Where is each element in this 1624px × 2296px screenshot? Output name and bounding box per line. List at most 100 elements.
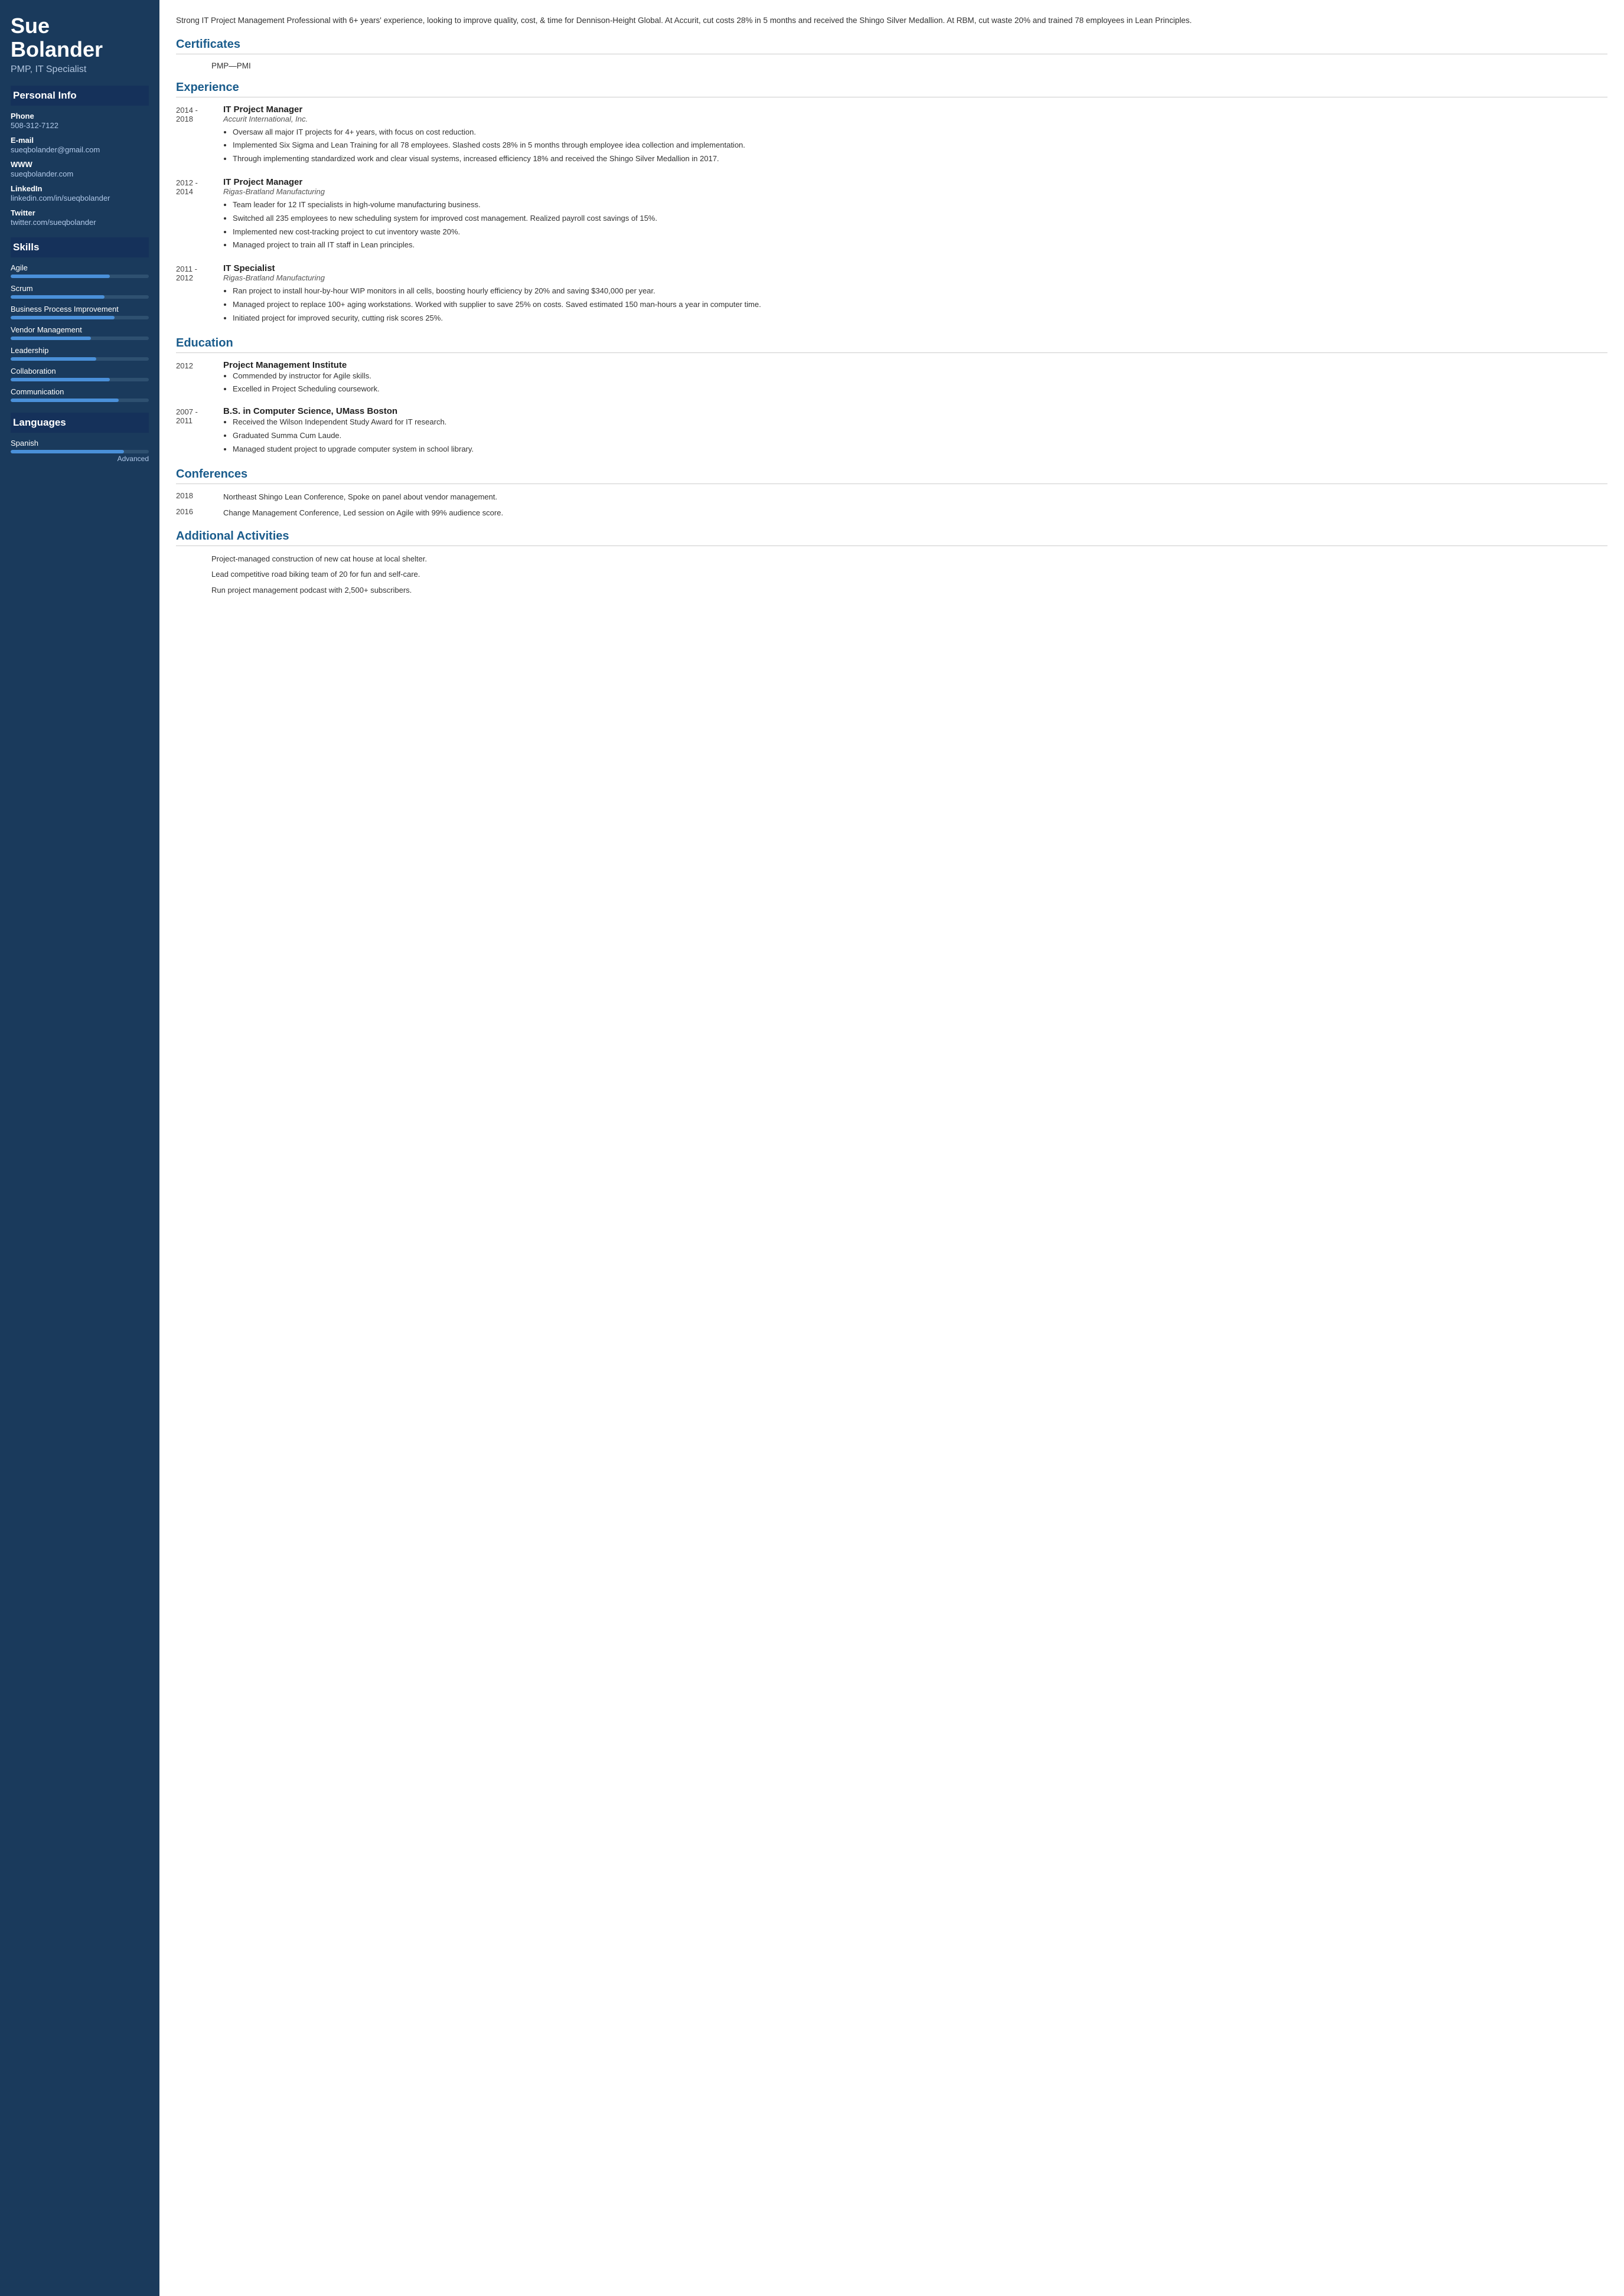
email-value: sueqbolander@gmail.com bbox=[11, 145, 149, 154]
linkedin-value: linkedin.com/in/sueqbolander bbox=[11, 194, 149, 203]
skills-heading: Skills bbox=[11, 237, 149, 257]
skill-bar-bg bbox=[11, 295, 149, 299]
education-heading: Education bbox=[176, 337, 1607, 353]
edu-date: 2012 bbox=[176, 360, 223, 397]
exp-bullet: Oversaw all major IT projects for 4+ yea… bbox=[233, 126, 1607, 139]
exp-job-title: IT Project Manager bbox=[223, 104, 1607, 115]
skill-item: Agile bbox=[11, 263, 149, 278]
language-item: Spanish Advanced bbox=[11, 439, 149, 463]
edu-bullet: Received the Wilson Independent Study Aw… bbox=[233, 416, 1607, 429]
experience-item: 2014 -2018 IT Project Manager Accurit In… bbox=[176, 104, 1607, 166]
skill-bar-bg bbox=[11, 357, 149, 361]
languages-heading: Languages bbox=[11, 413, 149, 433]
exp-content: IT Project Manager Rigas-Bratland Manufa… bbox=[223, 177, 1607, 253]
exp-date: 2012 -2014 bbox=[176, 177, 223, 253]
cert-item: PMP—PMI bbox=[176, 61, 1607, 70]
conf-text: Northeast Shingo Lean Conference, Spoke … bbox=[223, 491, 1607, 503]
skill-bar-fill bbox=[11, 295, 105, 299]
exp-bullets: Ran project to install hour-by-hour WIP … bbox=[223, 285, 1607, 324]
activity-item: Lead competitive road biking team of 20 … bbox=[176, 569, 1607, 581]
linkedin-label: LinkedIn bbox=[11, 184, 149, 193]
experience-list: 2014 -2018 IT Project Manager Accurit In… bbox=[176, 104, 1607, 326]
exp-bullet: Implemented Six Sigma and Lean Training … bbox=[233, 139, 1607, 152]
language-bar-fill bbox=[11, 450, 124, 453]
exp-bullet: Managed project to replace 100+ aging wo… bbox=[233, 299, 1607, 311]
activity-item: Project-managed construction of new cat … bbox=[176, 553, 1607, 566]
edu-bullets: Received the Wilson Independent Study Aw… bbox=[223, 416, 1607, 455]
twitter-value: twitter.com/sueqbolander bbox=[11, 218, 149, 227]
exp-bullet: Managed project to train all IT staff in… bbox=[233, 239, 1607, 252]
edu-content: Project Management Institute Commended b… bbox=[223, 360, 1607, 397]
conferences-heading: Conferences bbox=[176, 468, 1607, 484]
conferences-list: 2018 Northeast Shingo Lean Conference, S… bbox=[176, 491, 1607, 519]
certificates-heading: Certificates bbox=[176, 38, 1607, 54]
edu-bullets: Commended by instructor for Agile skills… bbox=[223, 370, 1607, 396]
exp-bullet: Ran project to install hour-by-hour WIP … bbox=[233, 285, 1607, 298]
skill-name: Collaboration bbox=[11, 367, 149, 375]
skill-name: Agile bbox=[11, 263, 149, 272]
edu-school: Project Management Institute bbox=[223, 360, 1607, 370]
skill-item: Collaboration bbox=[11, 367, 149, 381]
skill-item: Business Process Improvement bbox=[11, 305, 149, 319]
summary: Strong IT Project Management Professiona… bbox=[176, 14, 1607, 27]
exp-company: Rigas-Bratland Manufacturing bbox=[223, 187, 1607, 196]
experience-heading: Experience bbox=[176, 81, 1607, 97]
activities-list: Project-managed construction of new cat … bbox=[176, 553, 1607, 597]
edu-content: B.S. in Computer Science, UMass Boston R… bbox=[223, 406, 1607, 456]
edu-bullet: Graduated Summa Cum Laude. bbox=[233, 430, 1607, 442]
exp-date: 2014 -2018 bbox=[176, 104, 223, 166]
skill-item: Leadership bbox=[11, 346, 149, 361]
experience-item: 2012 -2014 IT Project Manager Rigas-Brat… bbox=[176, 177, 1607, 253]
skill-bar-fill bbox=[11, 316, 115, 319]
personal-info-heading: Personal Info bbox=[11, 86, 149, 106]
conf-date: 2018 bbox=[176, 491, 223, 503]
skill-bar-fill bbox=[11, 399, 119, 402]
skill-bar-bg bbox=[11, 337, 149, 340]
name-block: Sue Bolander PMP, IT Specialist bbox=[11, 14, 149, 75]
skill-name: Communication bbox=[11, 387, 149, 396]
edu-bullet: Excelled in Project Scheduling coursewor… bbox=[233, 383, 1607, 396]
exp-bullet: Implemented new cost-tracking project to… bbox=[233, 226, 1607, 239]
skill-bar-fill bbox=[11, 378, 110, 381]
exp-job-title: IT Specialist bbox=[223, 263, 1607, 273]
skill-bar-fill bbox=[11, 275, 110, 278]
phone-label: Phone bbox=[11, 112, 149, 120]
job-title: PMP, IT Specialist bbox=[11, 64, 149, 75]
exp-bullet: Switched all 235 employees to new schedu… bbox=[233, 213, 1607, 225]
skill-bar-bg bbox=[11, 378, 149, 381]
skill-name: Scrum bbox=[11, 284, 149, 293]
skill-bar-bg bbox=[11, 275, 149, 278]
twitter-label: Twitter bbox=[11, 208, 149, 217]
skill-name: Vendor Management bbox=[11, 325, 149, 334]
exp-content: IT Specialist Rigas-Bratland Manufacturi… bbox=[223, 263, 1607, 325]
main-content: Strong IT Project Management Professiona… bbox=[159, 0, 1624, 2296]
experience-item: 2011 -2012 IT Specialist Rigas-Bratland … bbox=[176, 263, 1607, 325]
exp-bullet: Through implementing standardized work a… bbox=[233, 153, 1607, 165]
conference-item: 2018 Northeast Shingo Lean Conference, S… bbox=[176, 491, 1607, 503]
skill-item: Vendor Management bbox=[11, 325, 149, 340]
exp-company: Accurit International, Inc. bbox=[223, 115, 1607, 123]
edu-bullet: Managed student project to upgrade compu… bbox=[233, 443, 1607, 456]
skill-bar-fill bbox=[11, 337, 91, 340]
language-name: Spanish bbox=[11, 439, 149, 448]
education-list: 2012 Project Management Institute Commen… bbox=[176, 360, 1607, 457]
edu-school: B.S. in Computer Science, UMass Boston bbox=[223, 406, 1607, 416]
education-item: 2007 -2011 B.S. in Computer Science, UMa… bbox=[176, 406, 1607, 456]
full-name: Sue Bolander bbox=[11, 14, 149, 61]
activity-item: Run project management podcast with 2,50… bbox=[176, 584, 1607, 597]
languages-list: Spanish Advanced bbox=[11, 439, 149, 463]
sidebar: Sue Bolander PMP, IT Specialist Personal… bbox=[0, 0, 159, 2296]
skill-name: Business Process Improvement bbox=[11, 305, 149, 313]
education-item: 2012 Project Management Institute Commen… bbox=[176, 360, 1607, 397]
language-bar-bg bbox=[11, 450, 149, 453]
exp-company: Rigas-Bratland Manufacturing bbox=[223, 273, 1607, 282]
www-label: WWW bbox=[11, 160, 149, 169]
edu-bullet: Commended by instructor for Agile skills… bbox=[233, 370, 1607, 383]
skills-list: Agile Scrum Business Process Improvement… bbox=[11, 263, 149, 402]
conference-item: 2016 Change Management Conference, Led s… bbox=[176, 507, 1607, 519]
www-value: sueqbolander.com bbox=[11, 169, 149, 178]
language-level: Advanced bbox=[11, 455, 149, 463]
phone-value: 508-312-7122 bbox=[11, 121, 149, 130]
skill-name: Leadership bbox=[11, 346, 149, 355]
email-label: E-mail bbox=[11, 136, 149, 145]
